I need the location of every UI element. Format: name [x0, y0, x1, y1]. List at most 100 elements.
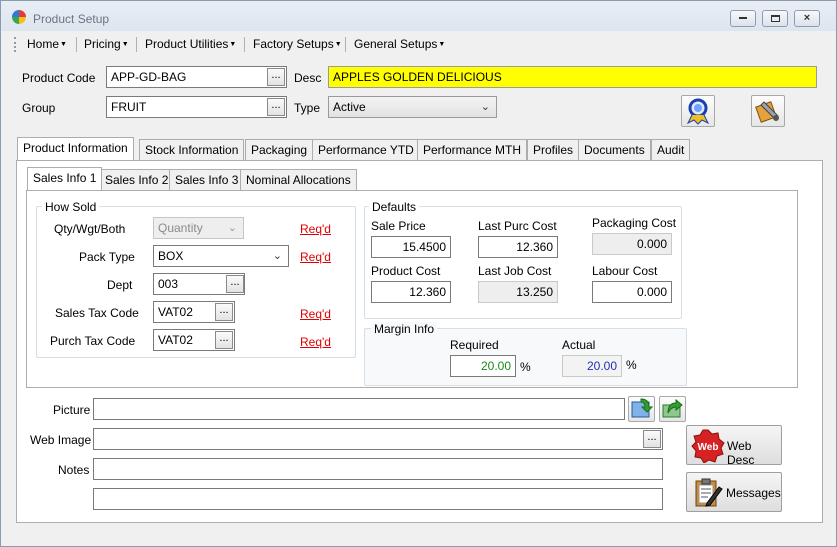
menu-separator	[345, 37, 346, 52]
minimize-icon	[739, 17, 747, 20]
export-image-icon	[662, 398, 683, 418]
sales-tax-lookup-button[interactable]: ...	[215, 303, 233, 321]
margin-info-group	[364, 328, 687, 386]
actual-margin-field: 20.00	[562, 355, 622, 377]
last-purc-cost-field[interactable]: 12.360	[478, 236, 558, 258]
menu-separator	[244, 37, 245, 52]
menu-separator	[136, 37, 137, 52]
dept-lookup-button[interactable]: ...	[226, 275, 244, 293]
magnifier-icon	[686, 98, 710, 125]
close-button[interactable]: ×	[794, 10, 820, 27]
product-code-lookup-button[interactable]: ...	[267, 68, 285, 86]
qty-wgt-both-select[interactable]: Quantity ⌄	[153, 217, 244, 239]
group-label: Group	[22, 101, 56, 115]
purch-tax-lookup-button[interactable]: ...	[215, 331, 233, 349]
chevron-down-icon: ⌄	[272, 250, 282, 262]
menu-product-utilities[interactable]: Product Utilities▼	[145, 37, 236, 51]
subtab-sales-info-1[interactable]: Sales Info 1	[27, 167, 103, 190]
web-desc-label: Web Desc	[727, 439, 755, 467]
app-logo-icon	[12, 10, 26, 24]
menu-general-setups[interactable]: General Setups▼	[354, 37, 445, 51]
import-image-icon	[631, 398, 654, 418]
desc-field[interactable]: APPLES GOLDEN DELICIOUS	[328, 66, 817, 88]
labour-cost-field[interactable]: 0.000	[592, 281, 672, 303]
web-image-lookup-button[interactable]: ...	[643, 430, 661, 448]
chevron-down-icon: ⌄	[480, 101, 490, 113]
pack-type-value: BOX	[158, 249, 184, 263]
type-select-value: Active	[333, 100, 366, 114]
type-select[interactable]: Active ⌄	[328, 96, 497, 118]
pack-type-select[interactable]: BOX ⌄	[153, 245, 289, 267]
menu-separator	[76, 37, 77, 52]
tab-performance-mth[interactable]: Performance MTH	[417, 139, 528, 160]
dept-label: Dept	[107, 278, 133, 292]
menu-home[interactable]: Home▼	[27, 37, 67, 51]
product-cost-field[interactable]: 12.360	[371, 281, 451, 303]
last-job-cost-label: Last Job Cost	[478, 264, 552, 278]
pack-type-label: Pack Type	[79, 250, 135, 264]
web-badge-icon: Web	[691, 429, 725, 463]
required-margin-field[interactable]: 20.00	[450, 355, 516, 377]
pack-type-reqd-link[interactable]: Req'd	[300, 250, 331, 264]
product-setup-window: Product Setup × Home▼ Pricing▼ Product U…	[0, 0, 837, 547]
subtab-sales-info-2[interactable]: Sales Info 2	[99, 169, 175, 190]
purch-tax-code-label: Purch Tax Code	[50, 334, 136, 348]
subtab-nominal-allocations[interactable]: Nominal Allocations	[240, 169, 357, 190]
chevron-down-icon: ⌄	[227, 222, 237, 234]
sale-price-field[interactable]: 15.4500	[371, 236, 451, 258]
web-desc-button[interactable]: Web Web Desc	[686, 425, 782, 467]
notes-line-1-field[interactable]	[93, 458, 663, 480]
tab-stock-information[interactable]: Stock Information	[139, 139, 245, 160]
packaging-cost-label: Packaging Cost	[592, 216, 677, 230]
minimize-button[interactable]	[730, 10, 756, 27]
product-code-label: Product Code	[22, 71, 96, 85]
group-lookup-button[interactable]: ...	[267, 98, 285, 116]
menu-pricing[interactable]: Pricing▼	[84, 37, 129, 51]
qty-reqd-link[interactable]: Req'd	[300, 222, 331, 236]
last-purc-cost-label: Last Purc Cost	[478, 219, 557, 233]
title-bar: Product Setup ×	[1, 1, 836, 31]
messages-button[interactable]: Messages	[686, 472, 782, 512]
tools-icon	[755, 101, 779, 123]
sales-tax-reqd-link[interactable]: Req'd	[300, 307, 331, 321]
picture-field[interactable]	[93, 398, 625, 420]
menu-bar: Home▼ Pricing▼ Product Utilities▼ Factor…	[10, 33, 828, 55]
subtab-sales-info-3[interactable]: Sales Info 3	[169, 169, 245, 190]
packaging-cost-field: 0.000	[592, 233, 672, 255]
tab-documents[interactable]: Documents	[578, 139, 651, 160]
notes-label: Notes	[58, 463, 90, 477]
import-picture-button[interactable]	[628, 396, 655, 422]
tab-packaging[interactable]: Packaging	[245, 139, 314, 160]
export-picture-button[interactable]	[659, 396, 686, 422]
web-badge-text: Web	[698, 442, 719, 453]
menu-grip	[14, 37, 16, 52]
window-title: Product Setup	[33, 12, 110, 26]
product-code-field[interactable]: APP-GD-BAG	[106, 66, 287, 88]
menu-factory-setups[interactable]: Factory Setups▼	[253, 37, 342, 51]
tools-button[interactable]	[751, 95, 785, 127]
actual-margin-label: Actual	[562, 338, 596, 352]
notes-line-2-field[interactable]	[93, 488, 663, 510]
sales-tax-code-label: Sales Tax Code	[55, 306, 139, 320]
tab-performance-ytd[interactable]: Performance YTD	[312, 139, 420, 160]
group-field[interactable]: FRUIT	[106, 96, 287, 118]
dropdown-arrow-icon: ▼	[121, 41, 129, 48]
sale-price-label: Sale Price	[371, 219, 426, 233]
type-label: Type	[294, 101, 321, 115]
purch-tax-reqd-link[interactable]: Req'd	[300, 335, 331, 349]
messages-label: Messages	[726, 486, 781, 500]
search-product-button[interactable]	[681, 95, 715, 127]
labour-cost-label: Labour Cost	[592, 264, 658, 278]
clipboard-pencil-icon	[695, 478, 723, 507]
dropdown-arrow-icon: ▼	[438, 41, 446, 48]
actual-pct-label: %	[626, 358, 637, 372]
tab-product-information[interactable]: Product Information	[17, 137, 134, 160]
web-image-field[interactable]	[93, 428, 663, 450]
required-margin-label: Required	[450, 338, 499, 352]
desc-label: Desc	[294, 71, 322, 85]
product-cost-label: Product Cost	[371, 264, 441, 278]
maximize-button[interactable]	[762, 10, 788, 27]
maximize-icon	[770, 14, 780, 22]
tab-profiles[interactable]: Profiles	[527, 139, 580, 160]
tab-audit[interactable]: Audit	[651, 139, 691, 160]
